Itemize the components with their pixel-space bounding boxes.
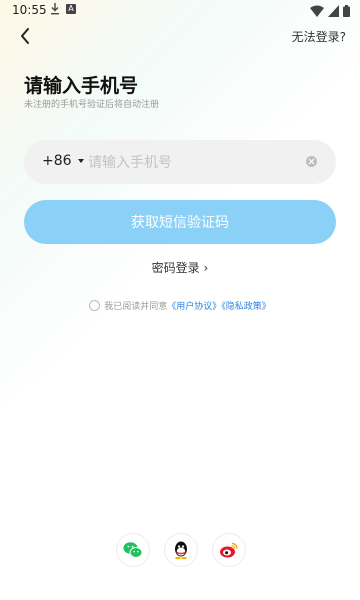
phone-input[interactable] (86, 150, 300, 176)
qq-login-button[interactable] (164, 533, 198, 567)
get-sms-code-button[interactable]: 获取短信验证码 (24, 200, 336, 244)
agreement-prefix: 我已阅读并同意 (104, 302, 168, 312)
status-icons (310, 4, 350, 18)
weibo-login-button[interactable] (212, 533, 246, 567)
caret-down-icon (77, 159, 84, 163)
country-code-select[interactable]: +86 (42, 153, 84, 169)
privacy-policy-link[interactable]: 《隐私政策》 (221, 302, 271, 312)
password-login-label: 密码登录 (151, 261, 200, 275)
qq-icon (175, 541, 187, 560)
status-time: 10:55 (12, 3, 47, 17)
clear-icon[interactable] (306, 156, 317, 167)
weibo-icon (220, 542, 238, 558)
country-code-value: +86 (42, 153, 72, 169)
agree-checkbox[interactable] (89, 300, 101, 311)
battery-icon (343, 5, 350, 17)
social-login-row (0, 533, 360, 567)
wifi-icon (310, 5, 324, 17)
chevron-right-icon: › (203, 261, 209, 275)
download-icon (51, 3, 59, 15)
phone-field: +86 (24, 140, 336, 184)
back-button[interactable] (14, 24, 38, 48)
wechat-icon (123, 542, 143, 558)
page-subtitle: 未注册的手机号验证后将自动注册 (24, 100, 160, 110)
wechat-login-button[interactable] (116, 533, 150, 567)
password-login-row: 密码登录 › (0, 259, 360, 276)
a-badge-icon: A (66, 4, 76, 14)
password-login-link[interactable]: 密码登录 › (152, 261, 209, 275)
agreement-row: 我已阅读并同意《用户协议》《隐私政策》 (0, 299, 360, 312)
back-arrow-icon (21, 28, 29, 44)
user-agreement-link[interactable]: 《用户协议》 (167, 302, 221, 312)
cant-login-link[interactable]: 无法登录? (292, 28, 346, 45)
top-bar: 无法登录? (0, 22, 360, 50)
page-title: 请输入手机号 (24, 75, 139, 97)
status-bar: 10:55 A (0, 0, 360, 22)
signal-icon (328, 5, 339, 17)
